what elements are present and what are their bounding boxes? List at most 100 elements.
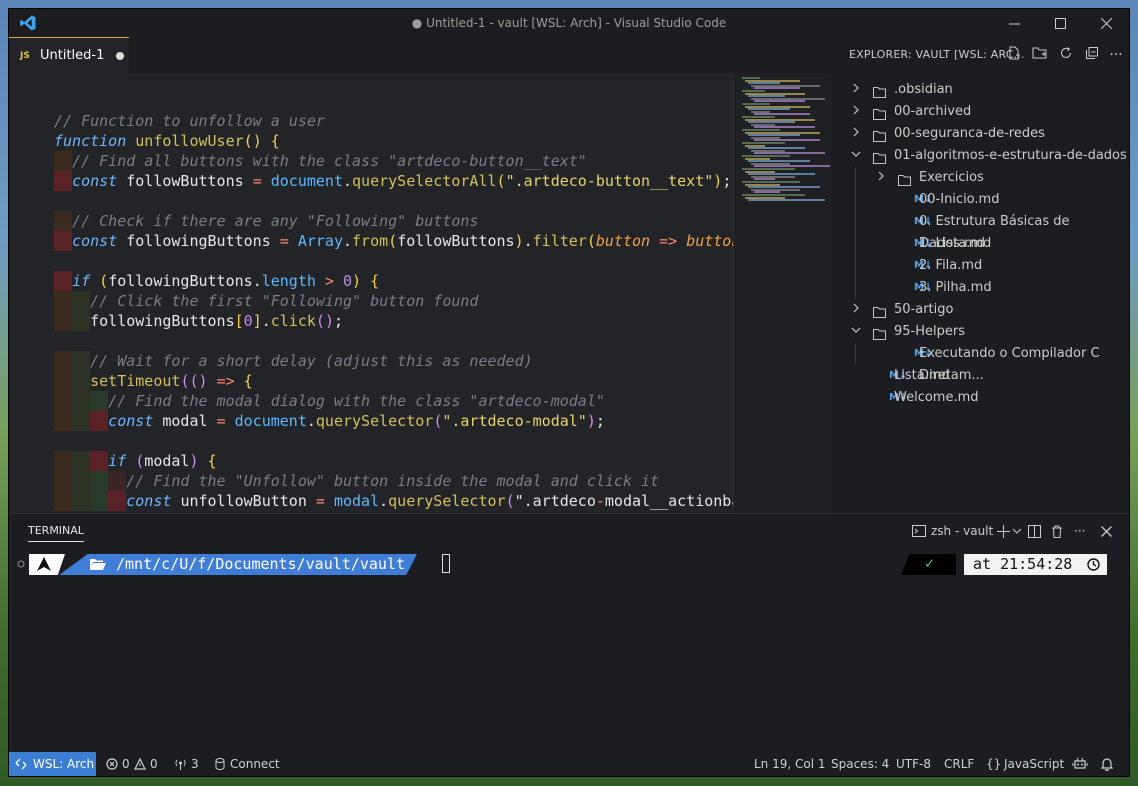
tree-folder[interactable]: 00-archived [831, 101, 1129, 123]
code-text: // Wait for a short delay (adjust this a… [90, 352, 533, 370]
code-line[interactable]: function unfollowUser() { [9, 131, 733, 151]
code-line[interactable] [9, 331, 733, 351]
tab-untitled-1[interactable]: JS Untitled-1 [9, 37, 129, 73]
tree-file[interactable]: M↓ Executando o Compilador C Diretam... [831, 343, 1129, 383]
tree-file[interactable]: M↓ 00-Inicio.md [831, 189, 1129, 211]
code-line[interactable] [9, 91, 733, 111]
indentation[interactable]: Spaces: 4 [831, 752, 889, 776]
remote-indicator[interactable]: WSL: Arch [9, 752, 96, 776]
tree-file[interactable]: M↓ 3. Pilha.md [831, 277, 1129, 299]
code-line[interactable]: if (followingButtons.length > 0) { [9, 271, 733, 291]
chevron-right-icon[interactable] [849, 101, 863, 123]
minimize-button[interactable] [991, 9, 1037, 37]
tree-item-label: 3. Pilha.md [919, 280, 992, 295]
tree-folder[interactable]: .obsidian [831, 79, 1129, 101]
tree-folder[interactable]: 50-artigo [831, 299, 1129, 321]
tree-file[interactable]: M↓ 2. Fila.md [831, 255, 1129, 277]
code-line[interactable]: // Find all buttons with the class "artd… [9, 151, 733, 171]
tree-file[interactable]: M↓ Welcome.md [831, 387, 1129, 409]
new-terminal-button[interactable] [997, 520, 1010, 542]
refresh-icon[interactable] [1057, 46, 1075, 64]
code-area[interactable]: // Function to unfollow a user function u… [9, 91, 740, 511]
folder-icon [873, 326, 886, 340]
path-segment: /mnt/c/U/f/Documents/vault/vault [59, 554, 417, 575]
terminal-icon [912, 525, 926, 537]
tree-item-label: Lista.md [894, 368, 950, 383]
close-window-button[interactable] [1083, 9, 1129, 37]
code-text: // Click the first "Following" button fo… [90, 292, 479, 310]
collapse-all-icon[interactable] [1083, 46, 1101, 64]
code-text: const followingButtons = Array.from(foll… [72, 232, 741, 250]
chevron-down-icon[interactable] [849, 321, 863, 343]
maximize-button[interactable] [1037, 9, 1083, 37]
minimap[interactable] [733, 73, 831, 513]
code-text: // Find the modal dialog with the class … [108, 392, 605, 410]
code-editor[interactable]: // Function to unfollow a user function u… [9, 73, 831, 513]
close-panel-button[interactable] [1101, 520, 1112, 542]
terminal-dropdown[interactable] [1012, 520, 1022, 542]
code-line[interactable]: if (modal) { [9, 451, 733, 471]
code-line[interactable]: setTimeout(() => { [9, 371, 733, 391]
chevron-down-icon[interactable] [849, 145, 863, 167]
tree-item-label: 01-algoritmos-e-estrutura-de-dados [894, 148, 1127, 163]
tree-folder[interactable]: Exercicios [831, 167, 1129, 189]
terminal-prompt-line[interactable]: /mnt/c/U/f/Documents/vault/vault ✓ at 21… [17, 552, 1117, 578]
code-line[interactable] [9, 431, 733, 451]
close-icon [1101, 525, 1112, 537]
split-terminal-button[interactable] [1028, 520, 1041, 542]
code-text: const modal = document.querySelector(".a… [108, 412, 605, 430]
line-ending[interactable]: CRLF [944, 752, 974, 776]
code-line[interactable]: const followingButtons = Array.from(foll… [9, 231, 740, 251]
tree-file[interactable]: M↓ 1. Lista.md [831, 233, 1129, 255]
chevron-right-icon[interactable] [874, 167, 888, 189]
tab-terminal[interactable]: TERMINAL [28, 524, 84, 542]
more-actions-icon[interactable]: ··· [1107, 46, 1125, 64]
chevron-right-icon[interactable] [849, 123, 863, 145]
encoding[interactable]: UTF-8 [896, 752, 931, 776]
terminal-selector[interactable]: zsh - vault [912, 520, 993, 542]
split-icon [1028, 524, 1041, 538]
code-line[interactable]: const modal = document.querySelector(".a… [9, 411, 733, 431]
code-line[interactable]: const unfollowButton = modal.querySelect… [9, 491, 740, 511]
title-bar: ● Untitled-1 - vault [WSL: Arch] - Visua… [9, 9, 1129, 37]
time-segment: at 21:54:28 [964, 554, 1107, 575]
tree-file[interactable]: M↓ 0. Estrutura Básicas de Dados.md [831, 211, 1129, 251]
code-line[interactable]: // Check if there are any "Following" bu… [9, 211, 733, 231]
warning-count: 0 [150, 757, 158, 771]
terminal-panel: TERMINAL zsh - vault ··· /mnt/c/U/f/Docu… [9, 513, 1129, 753]
tree-folder[interactable]: 00-seguranca-de-redes [831, 123, 1129, 145]
new-file-icon[interactable] [1005, 46, 1023, 64]
kill-terminal-button[interactable] [1051, 520, 1063, 542]
code-line[interactable] [9, 251, 733, 271]
code-line[interactable]: const followButtons = document.querySele… [9, 171, 733, 191]
code-line[interactable]: // Find the "Unfollow" button inside the… [9, 471, 733, 491]
cursor-position[interactable]: Ln 19, Col 1 [754, 752, 826, 776]
code-line[interactable]: // Function to unfollow a user [9, 111, 733, 131]
notifications-bell-icon[interactable] [1100, 752, 1114, 776]
minimize-icon [1008, 23, 1020, 24]
code-line[interactable]: // Find the modal dialog with the class … [9, 391, 733, 411]
tree-folder[interactable]: 95-Helpers [831, 321, 1129, 343]
connect-button[interactable]: Connect [215, 752, 295, 776]
code-line[interactable]: // Wait for a short delay (adjust this a… [9, 351, 733, 371]
language-mode[interactable]: {} JavaScript [986, 752, 1066, 776]
code-line[interactable] [9, 191, 733, 211]
unsaved-dot-icon[interactable] [116, 51, 125, 60]
new-folder-icon[interactable] [1031, 46, 1049, 64]
code-text: const unfollowButton = modal.querySelect… [126, 492, 741, 510]
tree-item-label: 00-Inicio.md [919, 192, 1000, 207]
panel-more-button[interactable]: ··· [1074, 520, 1085, 542]
tree-folder[interactable]: 01-algoritmos-e-estrutura-de-dados [831, 145, 1129, 167]
window-title: ● Untitled-1 - vault [WSL: Arch] - Visua… [411, 16, 727, 30]
code-line[interactable]: // Click the first "Following" button fo… [9, 291, 733, 311]
tree-item-label: 00-seguranca-de-redes [894, 126, 1045, 141]
tree-file[interactable]: M↓ Lista.md [831, 365, 1129, 387]
explorer-sidebar: EXPLORER: VAULT [WSL: ARC... ··· .obsidi… [831, 37, 1129, 513]
copilot-icon[interactable] [1072, 752, 1088, 776]
code-text: if (followingButtons.length > 0) { [72, 272, 380, 290]
chevron-right-icon[interactable] [849, 79, 863, 101]
folder-icon [873, 304, 886, 318]
tree-item-label: 95-Helpers [894, 324, 965, 339]
code-line[interactable]: followingButtons[0].click(); [9, 311, 733, 331]
chevron-right-icon[interactable] [849, 299, 863, 321]
